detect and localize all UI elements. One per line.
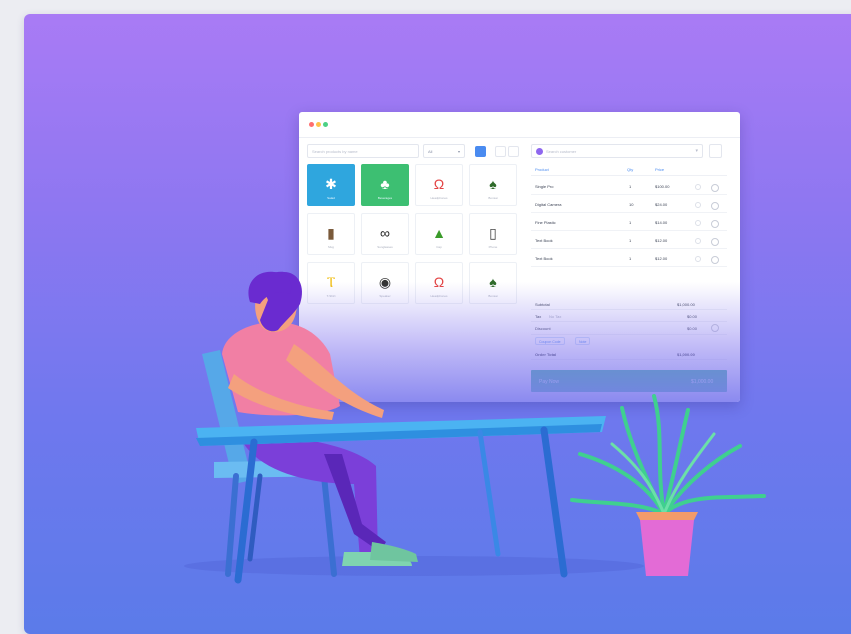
person [222,271,418,566]
hero-illustration-card: Search products by name All ▾ ✱ Salad ♣ Beve… [24,14,851,634]
scene-illustration [184,271,766,584]
